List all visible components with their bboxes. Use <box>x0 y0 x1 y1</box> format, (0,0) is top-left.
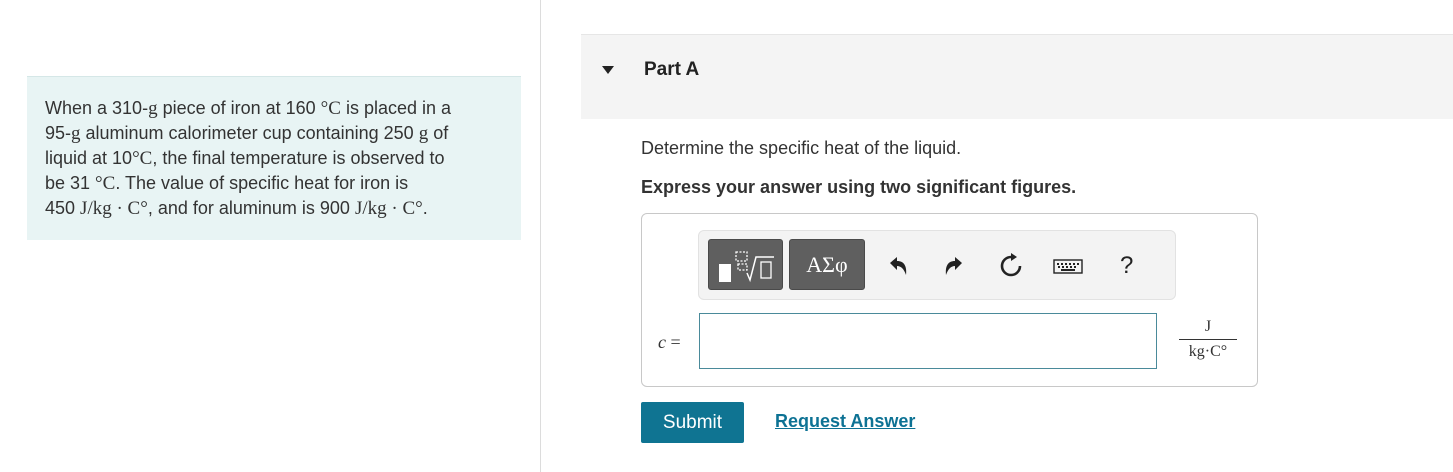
templates-icon <box>719 251 774 283</box>
collapse-caret-icon[interactable] <box>602 66 614 74</box>
answer-input[interactable] <box>699 313 1157 369</box>
column-divider <box>540 0 541 472</box>
request-answer-link[interactable]: Request Answer <box>775 411 915 432</box>
answer-units: J kg·C° <box>1179 318 1237 361</box>
undo-icon[interactable] <box>884 253 910 279</box>
part-a-header[interactable]: Part A <box>581 34 1453 119</box>
unit-numerator: J <box>1204 318 1212 335</box>
question-text: Determine the specific heat of the liqui… <box>641 138 962 158</box>
submit-button[interactable]: Submit <box>641 402 744 443</box>
symbols-button[interactable]: ΑΣφ <box>789 239 865 290</box>
problem-line-3: liquid at 10°C, the final temperature is… <box>45 148 445 169</box>
redo-icon[interactable] <box>942 253 968 279</box>
unit-denominator: kg·C° <box>1179 339 1237 361</box>
answer-instruction: Express your answer using two significan… <box>641 177 1077 197</box>
help-icon[interactable]: ? <box>1120 252 1133 280</box>
keyboard-icon[interactable] <box>1053 253 1083 279</box>
templates-button[interactable] <box>708 239 783 290</box>
part-title: Part A <box>644 59 700 80</box>
math-toolbar: ΑΣφ ? <box>698 230 1176 300</box>
answer-variable-label: c = <box>658 332 681 352</box>
problem-line-1: When a 310-g piece of iron at 160 °C is … <box>45 98 452 119</box>
problem-line-5: 450 J/kg · C°, and for aluminum is 900 J… <box>45 198 428 219</box>
reset-icon[interactable] <box>998 253 1024 279</box>
answer-panel: ΑΣφ ? c = J kg·C° <box>641 213 1258 387</box>
problem-statement: When a 310-g piece of iron at 160 °C is … <box>27 76 521 240</box>
problem-line-2: 95-g aluminum calorimeter cup containing… <box>45 123 449 144</box>
problem-line-4: be 31 °C. The value of specific heat for… <box>45 173 409 194</box>
